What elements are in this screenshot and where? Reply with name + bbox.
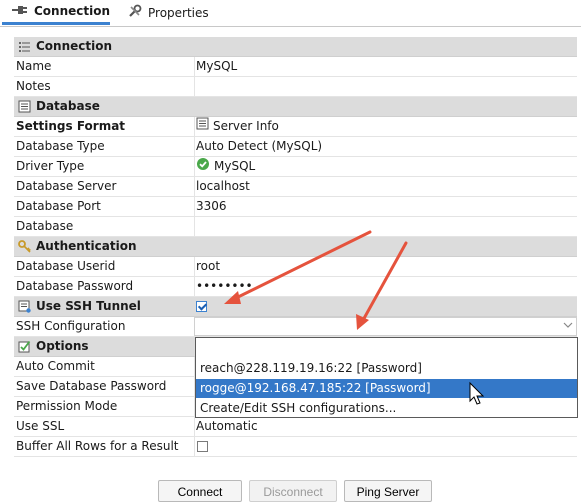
database-label: Database [16, 219, 74, 233]
dropdown-item-reach[interactable]: reach@228.119.19.16:22 [Password] [196, 359, 577, 378]
buffer-all-rows-label: Buffer All Rows for a Result [16, 439, 179, 453]
ssh-configuration-select[interactable] [194, 317, 577, 336]
tab-connection[interactable]: Connection [2, 0, 110, 25]
chevron-down-icon[interactable] [563, 321, 573, 332]
check-circle-icon [196, 157, 210, 177]
row-database[interactable]: Database [14, 217, 577, 237]
tab-properties[interactable]: Properties [118, 0, 209, 25]
dropdown-item-create-edit[interactable]: Create/Edit SSH configurations... [196, 399, 577, 418]
section-options-label: Options [36, 339, 89, 353]
options-icon [18, 340, 31, 353]
use-ssl-label: Use SSL [16, 419, 65, 433]
list-icon [18, 40, 31, 53]
tab-bar: Connection Properties [0, 0, 581, 27]
row-database-port[interactable]: Database Port 3306 [14, 197, 577, 217]
row-ssh-configuration[interactable]: SSH Configuration [14, 317, 577, 337]
notes-field[interactable] [194, 77, 577, 96]
row-database-server[interactable]: Database Server localhost [14, 177, 577, 197]
key-icon [18, 240, 31, 253]
row-buffer-all-rows[interactable]: Buffer All Rows for a Result [14, 437, 577, 457]
database-port-field[interactable]: 3306 [194, 197, 577, 216]
auto-commit-label: Auto Commit [16, 359, 95, 373]
name-field[interactable]: MySQL [194, 57, 577, 76]
ssh-icon [18, 300, 31, 313]
row-name[interactable]: Name MySQL [14, 57, 577, 77]
settings-format-value: Server Info [213, 119, 279, 133]
use-ssl-field[interactable]: Automatic [194, 417, 577, 436]
database-password-field[interactable]: •••••••• [194, 277, 577, 296]
database-icon [18, 100, 31, 113]
row-use-ssl[interactable]: Use SSL Automatic [14, 417, 577, 437]
section-connection[interactable]: Connection [14, 37, 577, 57]
name-label: Name [16, 59, 52, 73]
dropdown-item-empty[interactable] [196, 338, 577, 357]
section-database[interactable]: Database [14, 97, 577, 117]
database-userid-label: Database Userid [16, 259, 116, 273]
database-type-field[interactable]: Auto Detect (MySQL) [194, 137, 577, 156]
row-settings-format[interactable]: Settings Format Server Info [14, 117, 577, 137]
database-port-label: Database Port [16, 199, 101, 213]
database-password-label: Database Password [16, 279, 134, 293]
row-database-password[interactable]: Database Password •••••••• [14, 277, 577, 297]
ping-server-button[interactable]: Ping Server [344, 480, 432, 502]
disconnect-button[interactable]: Disconnect [249, 480, 337, 502]
database-type-label: Database Type [16, 139, 105, 153]
ssh-configuration-dropdown: reach@228.119.19.16:22 [Password] rogge@… [195, 337, 578, 418]
row-notes[interactable]: Notes [14, 77, 577, 97]
settings-format-label: Settings Format [16, 119, 126, 133]
plug-icon [12, 4, 28, 18]
database-server-label: Database Server [16, 179, 117, 193]
button-bar: Connect Disconnect Ping Server [0, 480, 581, 504]
database-userid-field[interactable]: root [194, 257, 577, 276]
wrench-icon [128, 4, 142, 21]
tab-properties-label: Properties [148, 5, 209, 20]
section-connection-label: Connection [36, 39, 113, 53]
row-database-type[interactable]: Database Type Auto Detect (MySQL) [14, 137, 577, 157]
notes-label: Notes [16, 79, 51, 93]
row-driver-type[interactable]: Driver Type MySQL [14, 157, 577, 177]
database-field[interactable] [194, 217, 577, 236]
driver-type-value: MySQL [214, 159, 256, 173]
database-server-field[interactable]: localhost [194, 177, 577, 196]
save-database-password-label: Save Database Password [16, 379, 167, 393]
settings-format-field[interactable]: Server Info [194, 117, 577, 136]
tab-connection-label: Connection [34, 4, 111, 18]
connect-button[interactable]: Connect [158, 480, 242, 502]
dropdown-item-rogge[interactable]: rogge@192.168.47.185:22 [Password] [196, 379, 577, 398]
driver-type-label: Driver Type [16, 159, 85, 173]
section-authentication-label: Authentication [36, 239, 137, 253]
row-database-userid[interactable]: Database Userid root [14, 257, 577, 277]
ssh-configuration-label: SSH Configuration [16, 319, 126, 333]
section-database-label: Database [36, 99, 100, 113]
section-ssh-tunnel[interactable]: Use SSH Tunnel [14, 297, 577, 317]
section-authentication[interactable]: Authentication [14, 237, 577, 257]
section-ssh-label: Use SSH Tunnel [36, 299, 141, 313]
driver-type-field[interactable]: MySQL [194, 157, 577, 176]
use-ssh-tunnel-checkbox[interactable] [196, 301, 207, 312]
permission-mode-label: Permission Mode [16, 399, 118, 413]
server-info-icon [196, 117, 209, 136]
buffer-all-rows-checkbox[interactable] [197, 441, 208, 452]
